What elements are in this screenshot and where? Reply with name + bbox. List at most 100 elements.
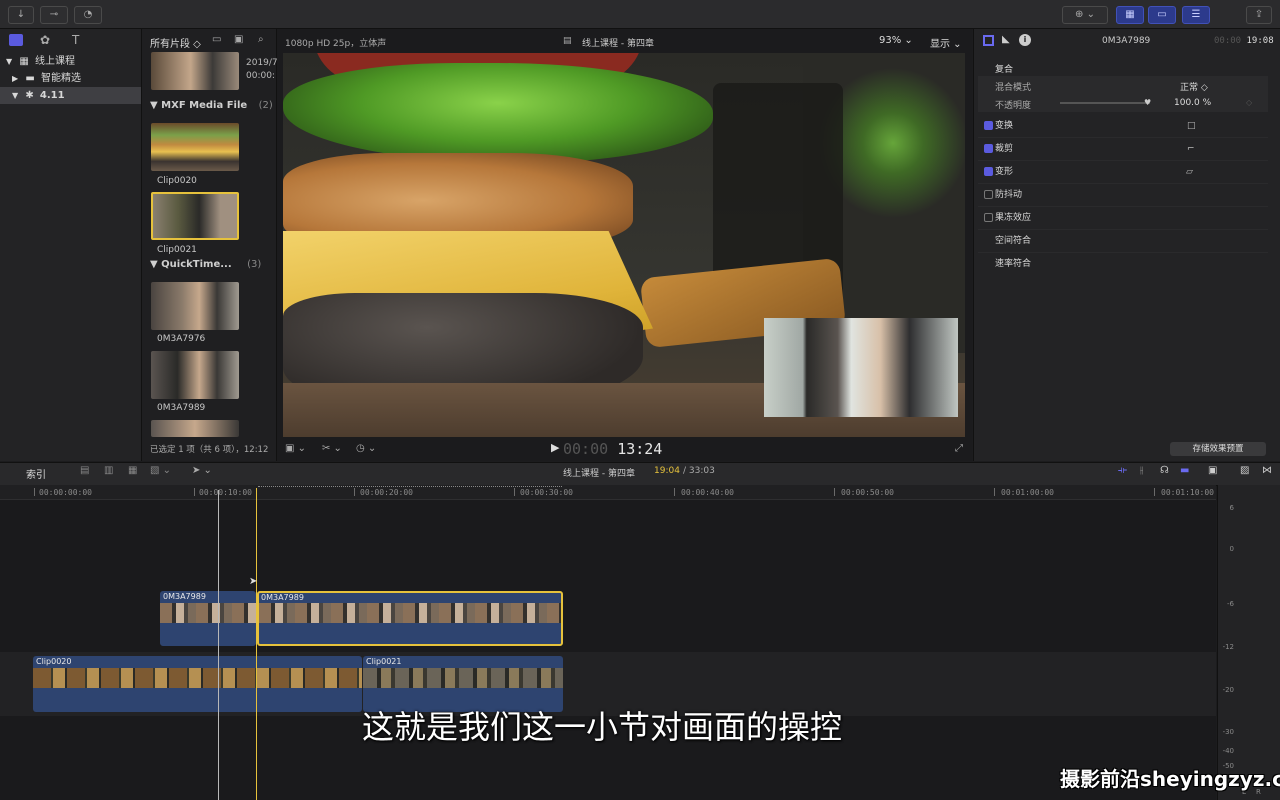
connect-clip-icon[interactable]: ▤ [80,465,89,476]
inspector-row-rolling-shutter[interactable]: 果冻效应 [978,207,1268,230]
index-button[interactable]: 索引 [26,466,46,481]
transform-checkbox[interactable] [984,121,993,130]
clip-thumbnail-0m3a7989[interactable] [151,351,239,399]
browser-filter[interactable]: 所有片段 ◇ [150,35,201,50]
inspector-row-distort[interactable]: 变形 ▱ [978,161,1268,184]
opacity-slider-knob[interactable]: ♥ [1144,98,1151,107]
compositing-header: 复合 [995,65,1014,75]
crop-onscreen-icon[interactable]: ⌐ [1187,138,1195,160]
clip-thumbnail-partial[interactable] [151,52,239,90]
inspector-row-spatial-conform[interactable]: 空间符合 [978,230,1268,253]
clip-thumbnail-0m3a7976[interactable] [151,282,239,330]
append-clip-icon[interactable]: ▦ [128,465,137,476]
clip-label: 0M3A7989 [157,403,206,413]
photos-tab-icon[interactable]: ✿ [40,33,50,47]
ruler-label: 00:00:20:00 [360,488,413,497]
zoom-menu[interactable]: 93% ⌄ [879,35,913,46]
blend-mode-select[interactable]: 正常 ◇ [1180,80,1208,93]
save-effects-preset-button[interactable]: 存储效果预置 [1170,442,1266,456]
event-icon: ✱ [25,90,34,101]
keyword-button[interactable]: ⊸ [40,6,68,24]
clip-filmstrip [33,668,362,688]
share-button[interactable]: ⇪ [1246,6,1272,24]
inspector-row-stabilization[interactable]: 防抖动 [978,184,1268,207]
group-header-mxf[interactable]: ▼ MXF Media File (2) [150,100,273,111]
library-item-smart[interactable]: ▶ ▬ 智能精选 [0,70,141,87]
viewer-canvas[interactable] [283,53,965,437]
inspector-row-crop[interactable]: 裁剪 ⌐ [978,138,1268,161]
pip-overlay[interactable] [764,318,958,417]
skimmer-line [218,490,219,800]
skimming-icon[interactable]: ⟛ [1118,465,1127,476]
clip-date: 2019/7 [246,58,278,68]
distort-onscreen-icon[interactable]: ▱ [1186,161,1193,183]
background-tasks-button[interactable]: ◔ [74,6,102,24]
clip-appearance-timeline-icon[interactable]: ▣ [1208,465,1217,476]
play-button[interactable]: ▶ [551,441,559,454]
clip-thumbnail-clip0021[interactable] [151,192,239,240]
zoom-value: 93% [879,35,902,46]
effects-browser-icon[interactable]: ▨ [1240,465,1249,476]
expand-icon[interactable]: ▼ [6,57,12,66]
snapping-icon[interactable]: ▬ [1180,465,1189,476]
timeline-clip-connected-a[interactable]: 0M3A7989 [160,591,256,646]
timeline-toggle-button[interactable]: ▭ [1148,6,1176,24]
folder-icon: ▬ [25,73,35,84]
row-label: 空间符合 [995,236,1032,246]
overwrite-clip-icon[interactable]: ▧ ⌄ [150,465,171,476]
video-inspector-icon[interactable] [983,35,994,46]
ruler-tick [994,488,995,496]
group-name: MXF Media File [161,100,248,111]
clip-appearance-icon[interactable]: ▣ [234,34,243,45]
distort-checkbox[interactable] [984,167,993,176]
opacity-value[interactable]: 100.0 % [1174,98,1211,108]
opacity-slider[interactable] [1060,102,1150,104]
retime-menu[interactable]: ◷ ⌄ [356,443,376,454]
audio-skimming-icon[interactable]: ⫲ [1140,465,1143,476]
search-icon[interactable]: ⌕ [258,34,264,45]
ruler-tick [674,488,675,496]
insert-clip-icon[interactable]: ▥ [104,465,113,476]
titles-tab-icon[interactable]: T [72,33,79,47]
transitions-browser-icon[interactable]: ⋈ [1262,465,1272,476]
library-root[interactable]: ▼ ▦ 线上课程 [0,53,141,70]
ruler-label: 00:00:50:00 [841,488,894,497]
meter-scale-label: -12 [1222,643,1234,651]
timeline-clip-connected-b-selected[interactable]: 0M3A7989 [257,591,563,646]
browser-status: 已选定 1 项（共 6 项），12:12 [150,445,269,455]
viewer-display-menu[interactable]: ▣ ⌄ [285,443,306,454]
stabilization-checkbox[interactable] [984,190,993,199]
timeline-clip-clip0020[interactable]: Clip0020 [33,656,362,712]
filmstrip-toggle-icon[interactable]: ▭ [212,34,221,45]
playhead[interactable] [256,488,257,800]
timeline-total: / 33:03 [683,466,715,476]
crop-checkbox[interactable] [984,144,993,153]
expand-icon[interactable]: ▼ [12,91,18,100]
keyframe-icon[interactable]: ◇ [1246,98,1252,107]
transform-tool-menu[interactable]: ✂ ⌄ [322,443,342,454]
browser-toggle-button[interactable]: ▦ [1116,6,1144,24]
clapper-icon: ▤ [563,36,572,46]
color-inspector-icon[interactable]: ◣ [1002,34,1010,45]
row-label: 裁剪 [995,144,1014,154]
group-count: (3) [247,259,262,270]
collapse-icon[interactable]: ▶ [12,74,18,83]
libraries-tab-icon[interactable] [9,34,23,46]
group-header-quicktime[interactable]: ▼ QuickTime... (3) [150,259,261,270]
inspector-toggle-button[interactable]: ☰ [1182,6,1210,24]
clip-thumbnail-partial-bottom[interactable] [151,420,239,437]
library-item-event[interactable]: ▼ ✱ 4.11 [0,87,141,104]
clip-thumbnail-clip0020[interactable] [151,123,239,171]
display-menu[interactable]: 显示 ⌄ [930,35,962,50]
rolling-shutter-checkbox[interactable] [984,213,993,222]
enhancements-button[interactable]: ⊕ ⌄ [1062,6,1108,24]
inspector-row-transform[interactable]: 变换 □ [978,115,1268,138]
transform-onscreen-icon[interactable]: □ [1187,115,1196,137]
row-label: 速率符合 [995,259,1032,269]
import-button[interactable]: ↓ [8,6,34,24]
solo-icon[interactable]: ☊ [1160,465,1169,476]
fullscreen-icon[interactable]: ⤢ [955,443,963,454]
select-tool-menu[interactable]: ➤ ⌄ [192,465,212,476]
info-inspector-icon[interactable]: i [1019,34,1031,46]
inspector-row-rate-conform[interactable]: 速率符合 [978,253,1268,275]
